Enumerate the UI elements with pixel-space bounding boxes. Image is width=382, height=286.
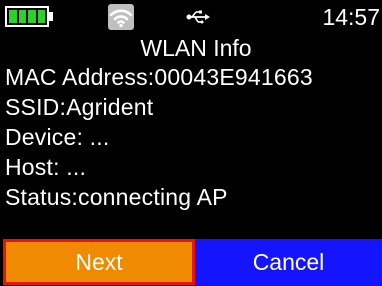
status-bar: 14:57 <box>0 0 382 34</box>
wlan-info-screen: 14:57 WLAN Info MAC Address:00043E941663… <box>0 0 382 286</box>
host-text: Host: ... <box>5 154 87 180</box>
cancel-button[interactable]: Cancel <box>195 239 382 286</box>
wifi-icon <box>108 4 134 30</box>
usb-icon <box>186 9 210 25</box>
next-button[interactable]: Next <box>3 239 195 285</box>
battery-tip <box>49 12 53 21</box>
device-text: Device: ... <box>5 124 110 150</box>
clock: 14:57 <box>322 4 380 30</box>
battery-cell <box>37 10 45 23</box>
ssid-text: SSID:Agrident <box>5 94 154 120</box>
battery-cell <box>9 10 17 23</box>
status-text: Status:connecting AP <box>5 184 228 210</box>
mac-address-text: MAC Address:00043E941663 <box>5 64 313 90</box>
battery-full-icon <box>5 6 49 27</box>
page-title: WLAN Info <box>140 35 252 61</box>
battery-cell <box>18 10 26 23</box>
battery-cell <box>28 10 36 23</box>
